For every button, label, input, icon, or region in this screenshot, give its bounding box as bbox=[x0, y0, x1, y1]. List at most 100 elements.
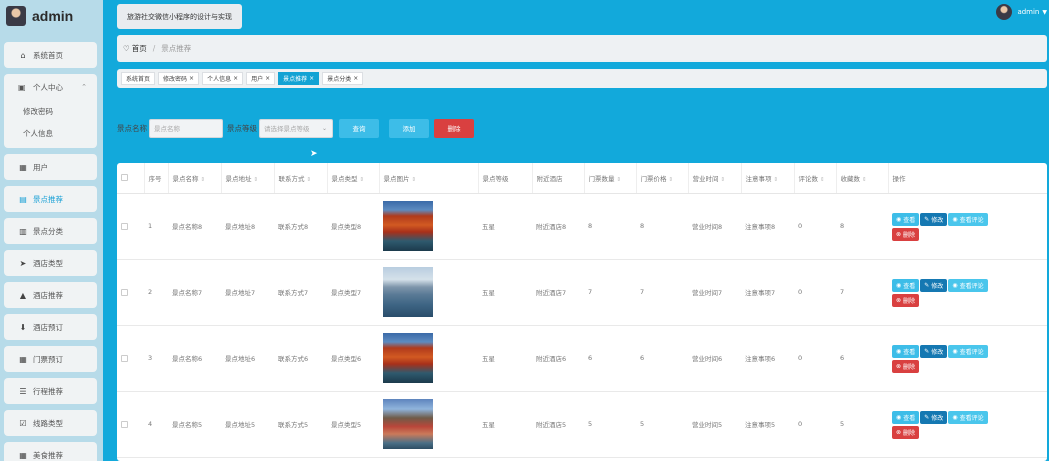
sidebar-item[interactable]: ☰ 行程推荐 bbox=[4, 378, 97, 404]
breadcrumb-home-label[interactable]: 首页 bbox=[132, 43, 147, 54]
column-header[interactable]: 注意事项 ⇕ bbox=[741, 163, 795, 194]
sidebar-item-label[interactable]: 景点分类 bbox=[33, 226, 63, 237]
edit-button[interactable]: ✎ 修改 bbox=[920, 411, 948, 424]
sort-icon[interactable]: ⇕ bbox=[307, 177, 312, 183]
sidebar-subitem[interactable]: 修改密码 bbox=[4, 100, 97, 122]
tab[interactable]: 景点推荐 × bbox=[278, 72, 320, 85]
close-icon[interactable]: × bbox=[265, 75, 270, 82]
breadcrumb-home[interactable]: ♡ 首页 bbox=[123, 43, 147, 54]
sort-icon[interactable]: ⇕ bbox=[774, 177, 779, 183]
sort-icon[interactable]: ⇕ bbox=[254, 177, 259, 183]
close-icon[interactable]: × bbox=[233, 75, 238, 82]
edit-button[interactable]: ✎ 修改 bbox=[920, 345, 948, 358]
row-checkbox[interactable] bbox=[121, 420, 128, 428]
column-header[interactable]: 景点地址 ⇕ bbox=[221, 163, 275, 194]
row-delete-button-label[interactable]: 删除 bbox=[903, 428, 915, 437]
name-search-input[interactable]: 景点名称 bbox=[149, 118, 223, 138]
tab[interactable]: 个人信息 × bbox=[202, 72, 244, 85]
sidebar-item-label[interactable]: 酒店类型 bbox=[33, 258, 63, 269]
delete-button[interactable]: 删除 bbox=[434, 118, 474, 138]
sort-icon[interactable]: ⇕ bbox=[862, 177, 867, 183]
sort-icon[interactable]: ⇕ bbox=[412, 177, 417, 183]
column-header[interactable]: 景点名称 ⇕ bbox=[168, 163, 222, 194]
select-all-checkbox[interactable] bbox=[121, 174, 128, 182]
tab[interactable]: 景点分类 × bbox=[322, 72, 364, 85]
view-button[interactable]: ◉ 查看 bbox=[892, 411, 920, 424]
sort-icon[interactable]: ⇕ bbox=[617, 177, 622, 183]
view-comments-button[interactable]: ◉ 查看评论 bbox=[948, 213, 988, 226]
edit-button-label[interactable]: 修改 bbox=[931, 347, 943, 356]
view-button-label[interactable]: 查看 bbox=[903, 347, 915, 356]
view-button[interactable]: ◉ 查看 bbox=[892, 213, 920, 226]
close-icon[interactable]: × bbox=[189, 75, 194, 82]
view-comments-button-label[interactable]: 查看评论 bbox=[960, 413, 984, 422]
sidebar-item[interactable]: ▥ 景点分类 bbox=[4, 218, 97, 244]
row-delete-button-label[interactable]: 删除 bbox=[903, 296, 915, 305]
sidebar-item-label[interactable]: 系统首页 bbox=[33, 50, 63, 61]
view-comments-button-label[interactable]: 查看评论 bbox=[960, 347, 984, 356]
tab[interactable]: 用户 × bbox=[246, 72, 276, 85]
view-button[interactable]: ◉ 查看 bbox=[892, 279, 920, 292]
view-button-label[interactable]: 查看 bbox=[903, 215, 915, 224]
view-comments-button[interactable]: ◉ 查看评论 bbox=[948, 345, 988, 358]
chevron-down-icon[interactable]: ▼ bbox=[1042, 9, 1047, 16]
avatar[interactable] bbox=[996, 4, 1013, 20]
close-icon[interactable]: × bbox=[353, 75, 358, 82]
sidebar-item[interactable]: ➤ 酒店类型 bbox=[4, 250, 97, 276]
tab-label[interactable]: 系统首页 bbox=[126, 74, 150, 83]
row-delete-button[interactable]: ⊗ 删除 bbox=[892, 426, 920, 439]
row-checkbox[interactable] bbox=[121, 288, 128, 296]
sort-icon[interactable]: ⇕ bbox=[360, 177, 365, 183]
sidebar-item[interactable]: ☑ 线路类型 bbox=[4, 410, 97, 436]
column-header[interactable]: 收藏数 ⇕ bbox=[836, 163, 889, 194]
sort-icon[interactable]: ⇕ bbox=[820, 177, 825, 183]
scenic-image[interactable] bbox=[383, 267, 433, 317]
row-delete-button[interactable]: ⊗ 删除 bbox=[892, 294, 920, 307]
view-button-label[interactable]: 查看 bbox=[903, 413, 915, 422]
column-header[interactable]: 景点类型 ⇕ bbox=[327, 163, 380, 194]
edit-button[interactable]: ✎ 修改 bbox=[920, 213, 948, 226]
edit-button-label[interactable]: 修改 bbox=[931, 281, 943, 290]
edit-button[interactable]: ✎ 修改 bbox=[920, 279, 948, 292]
row-checkbox[interactable] bbox=[121, 354, 128, 362]
column-header[interactable]: 营业时间 ⇕ bbox=[688, 163, 742, 194]
edit-button-label[interactable]: 修改 bbox=[931, 215, 943, 224]
user-menu[interactable]: admin ▼ bbox=[996, 4, 1047, 20]
view-comments-button[interactable]: ◉ 查看评论 bbox=[948, 279, 988, 292]
sort-icon[interactable]: ⇕ bbox=[721, 177, 726, 183]
level-select[interactable]: 请选择景点等级 ⌄ bbox=[259, 118, 333, 138]
sidebar-item-label[interactable]: 用户 bbox=[33, 162, 48, 173]
column-header[interactable]: 联系方式 ⇕ bbox=[274, 163, 328, 194]
tab-label[interactable]: 个人信息 bbox=[207, 74, 231, 83]
sidebar-item[interactable]: ▦ 用户 bbox=[4, 154, 97, 180]
row-delete-button-label[interactable]: 删除 bbox=[903, 230, 915, 239]
sort-icon[interactable]: ⇕ bbox=[201, 177, 206, 183]
row-delete-button[interactable]: ⊗ 删除 bbox=[892, 360, 920, 373]
sidebar-item-label[interactable]: 酒店推荐 bbox=[33, 290, 63, 301]
column-header[interactable]: 评论数 ⇕ bbox=[794, 163, 837, 194]
user-name[interactable]: admin bbox=[1017, 8, 1039, 16]
sidebar-item-label[interactable]: 行程推荐 bbox=[33, 386, 63, 397]
scenic-image[interactable] bbox=[383, 201, 433, 251]
sidebar-item-label[interactable]: 美食推荐 bbox=[33, 450, 63, 461]
edit-button-label[interactable]: 修改 bbox=[931, 413, 943, 422]
sidebar-item-label[interactable]: 个人中心 bbox=[33, 82, 63, 93]
scenic-image[interactable] bbox=[383, 333, 433, 383]
tab[interactable]: 系统首页 bbox=[121, 72, 156, 85]
column-header[interactable]: 门票价格 ⇕ bbox=[636, 163, 689, 194]
close-icon[interactable]: × bbox=[309, 75, 314, 82]
sidebar-item[interactable]: ▤ 景点推荐 bbox=[4, 186, 97, 212]
sidebar-item[interactable]: ▣ 个人中心 ⌃ bbox=[4, 74, 97, 100]
tab-label[interactable]: 用户 bbox=[251, 74, 263, 83]
sidebar-item[interactable]: ⬇ 酒店预订 bbox=[4, 314, 97, 340]
view-button-label[interactable]: 查看 bbox=[903, 281, 915, 290]
scenic-image[interactable] bbox=[383, 399, 433, 449]
view-comments-button-label[interactable]: 查看评论 bbox=[960, 281, 984, 290]
column-header[interactable]: 门票数量 ⇕ bbox=[584, 163, 637, 194]
sidebar-item-label[interactable]: 景点推荐 bbox=[33, 194, 63, 205]
row-checkbox[interactable] bbox=[121, 222, 128, 230]
row-delete-button-label[interactable]: 删除 bbox=[903, 362, 915, 371]
view-comments-button-label[interactable]: 查看评论 bbox=[960, 215, 984, 224]
view-comments-button[interactable]: ◉ 查看评论 bbox=[948, 411, 988, 424]
sidebar-item-label[interactable]: 门票预订 bbox=[33, 354, 63, 365]
